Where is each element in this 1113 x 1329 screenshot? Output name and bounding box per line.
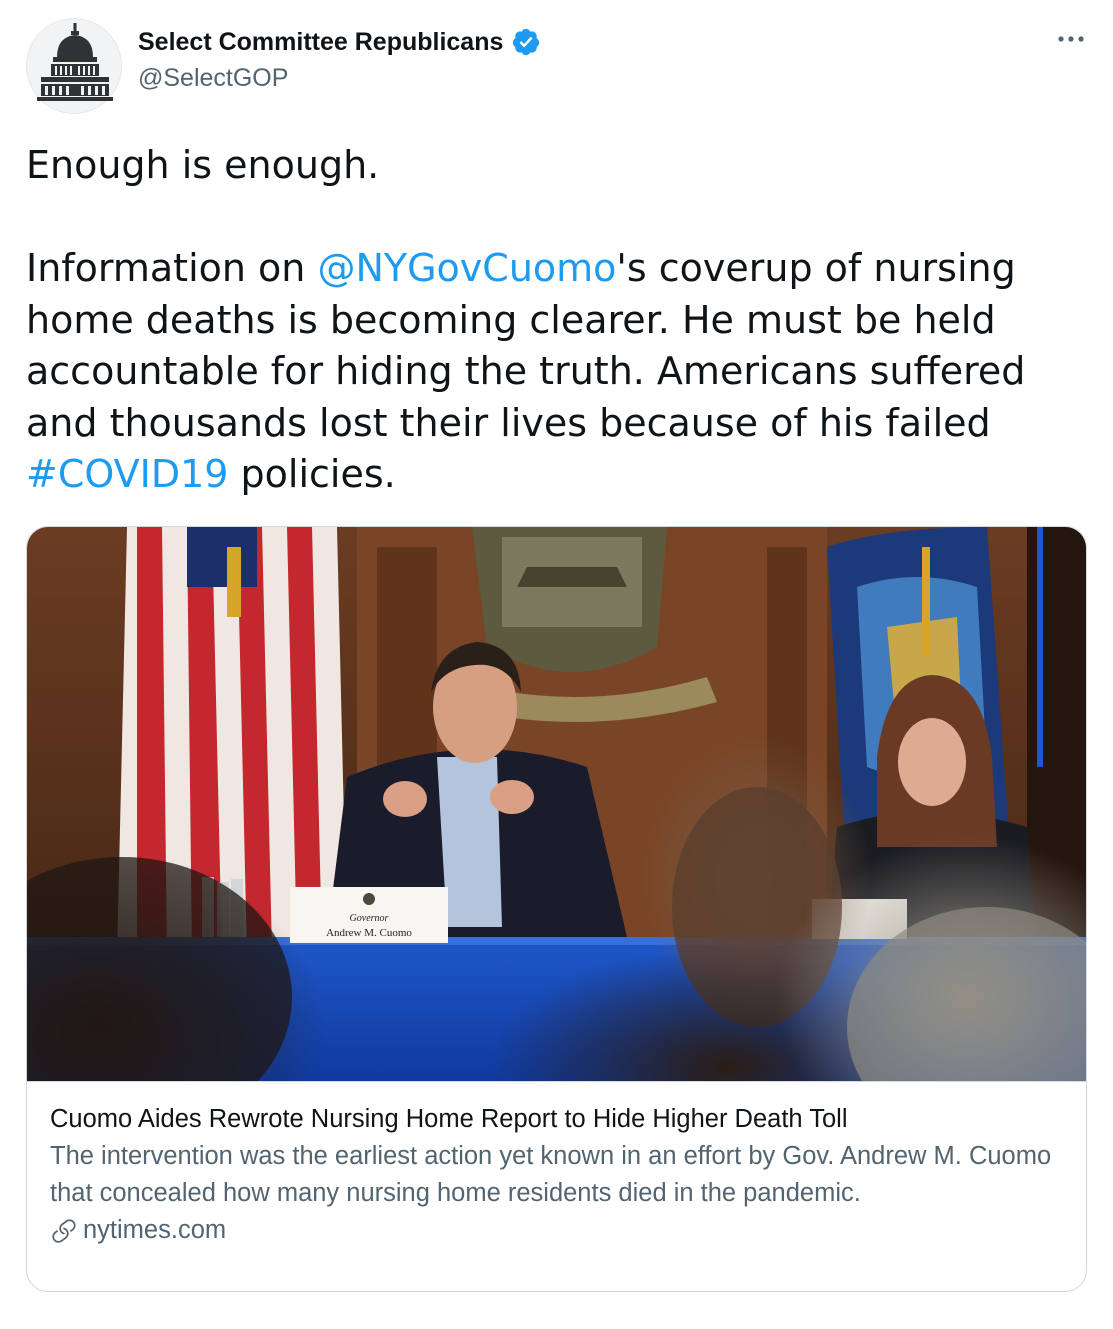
card-body[interactable]: Cuomo Aides Rewrote Nursing Home Report … bbox=[50, 1101, 1070, 1245]
link-card[interactable]: Governor Andrew M. Cuomo Cuomo Aides Rew… bbox=[26, 526, 1087, 1292]
author-name-row[interactable]: Select Committee Republicans bbox=[138, 27, 541, 57]
card-description: The intervention was the earliest action… bbox=[50, 1142, 1052, 1207]
tweet-text-segment: Information on bbox=[26, 246, 318, 290]
tweet-line-1: Enough is enough. bbox=[26, 143, 380, 187]
name-placard: Governor Andrew M. Cuomo bbox=[290, 887, 448, 943]
avatar[interactable] bbox=[26, 18, 122, 114]
card-domain-text[interactable]: nytimes.com bbox=[83, 1216, 226, 1245]
capitol-dome-icon bbox=[37, 23, 113, 101]
verified-badge-icon bbox=[513, 28, 540, 56]
placard-line-2: Andrew M. Cuomo bbox=[326, 927, 412, 939]
hashtag-link[interactable]: #COVID19 bbox=[26, 452, 228, 496]
tweet-text: Enough is enough. Information on @NYGovC… bbox=[26, 140, 1086, 501]
placard-line-1: Governor bbox=[350, 913, 389, 924]
card-divider bbox=[27, 1081, 1086, 1082]
author-display-name[interactable]: Select Committee Republicans bbox=[138, 28, 503, 57]
link-icon bbox=[52, 1218, 76, 1243]
card-domain[interactable]: nytimes.com bbox=[50, 1216, 1070, 1245]
tweet-paragraph-2: Information on @NYGovCuomo's coverup of … bbox=[26, 243, 1086, 501]
card-title[interactable]: Cuomo Aides Rewrote Nursing Home Report … bbox=[50, 1101, 1070, 1137]
tweet-text-segment: policies. bbox=[228, 452, 396, 496]
article-photo[interactable]: Governor Andrew M. Cuomo bbox=[27, 527, 1086, 1081]
more-options-icon[interactable] bbox=[1056, 24, 1086, 54]
author-handle[interactable]: @SelectGOP bbox=[138, 64, 288, 93]
mention-link[interactable]: @NYGovCuomo bbox=[317, 246, 616, 290]
